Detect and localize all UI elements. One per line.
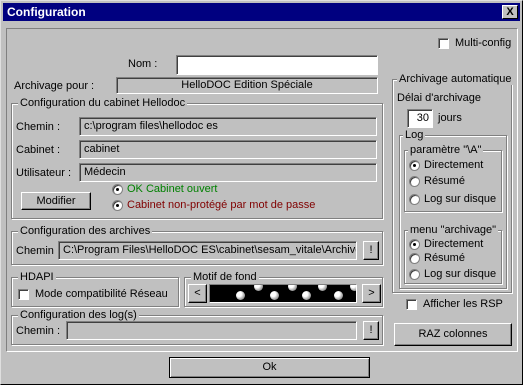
utilisateur-label: Utilisateur :: [16, 167, 72, 179]
mode-compat-label: Mode compatibilité Réseau: [35, 288, 168, 300]
auto-archive-title: Archivage automatique: [397, 73, 514, 85]
param-a-logdisque-label: Log sur disque: [424, 193, 497, 205]
close-button[interactable]: X: [502, 5, 518, 19]
motif-prev-button[interactable]: <: [188, 284, 207, 303]
delai-input[interactable]: 30: [407, 109, 433, 128]
close-icon: X: [506, 6, 514, 18]
configuration-window: Configuration X Multi-config Nom : Archi…: [0, 0, 523, 385]
cabinet-field: cabinet: [79, 140, 377, 159]
afficher-rsp-checkbox[interactable]: [406, 299, 417, 310]
modifier-button[interactable]: Modifier: [21, 192, 91, 210]
motif-next-button[interactable]: >: [362, 284, 381, 303]
status-open-text: OK Cabinet ouvert: [127, 183, 218, 195]
cabinet-chemin-label: Chemin :: [16, 121, 61, 133]
log-title: Log: [403, 129, 426, 141]
hdapi-title: HDAPI: [18, 271, 56, 283]
menu-directement-label: Directement: [424, 238, 484, 250]
archives-chemin-label: Chemin :: [16, 245, 61, 257]
menu-resume-label: Résumé: [424, 252, 465, 264]
param-a-directement-label: Directement: [424, 159, 484, 171]
utilisateur-field: Médecin: [79, 163, 377, 182]
afficher-rsp-label: Afficher les RSP: [423, 298, 503, 310]
window-title: Configuration: [7, 5, 86, 19]
menu-logdisque-radio[interactable]: [409, 269, 420, 280]
logs-browse-button[interactable]: !: [363, 321, 379, 340]
cabinet-label: Cabinet :: [16, 144, 61, 156]
motif-title: Motif de fond: [191, 271, 259, 283]
ok-button[interactable]: Ok: [169, 357, 370, 378]
motif-preview: [209, 284, 357, 303]
status-open-indicator: [112, 184, 123, 195]
archives-config-title: Configuration des archives: [18, 225, 153, 237]
menu-archivage-title: menu "archivage": [408, 224, 499, 236]
title-bar: Configuration X: [3, 3, 520, 21]
param-a-resume-label: Résumé: [424, 175, 465, 187]
status-unprotected-text: Cabinet non-protégé par mot de passe: [127, 199, 316, 211]
menu-logdisque-label: Log sur disque: [424, 268, 497, 280]
cabinet-config-title: Configuration du cabinet Hellodoc: [18, 97, 188, 109]
logs-config-title: Configuration des log(s): [18, 309, 139, 321]
archives-browse-button[interactable]: !: [363, 241, 379, 260]
menu-resume-radio[interactable]: [409, 253, 420, 264]
param-a-resume-radio[interactable]: [409, 176, 420, 187]
multi-config-checkbox[interactable]: [438, 38, 449, 49]
nom-input[interactable]: [176, 55, 378, 75]
archivage-pour-value: HelloDOC Edition Spéciale: [116, 77, 378, 94]
param-a-directement-radio[interactable]: [409, 160, 420, 171]
status-unprotected-indicator: [112, 200, 123, 211]
multi-config-label: Multi-config: [455, 37, 512, 49]
param-a-title: paramètre "\A": [408, 144, 484, 156]
menu-directement-radio[interactable]: [409, 239, 420, 250]
archivage-pour-label: Archivage pour :: [14, 80, 95, 92]
logs-chemin-field: [66, 321, 357, 340]
nom-label: Nom :: [128, 58, 158, 70]
mode-compat-checkbox[interactable]: [18, 289, 29, 300]
delai-unit: jours: [438, 112, 462, 124]
archives-chemin-field: C:\Program Files\HelloDOC ES\cabinet\ses…: [58, 241, 357, 260]
logs-chemin-label: Chemin :: [16, 325, 61, 337]
raz-colonnes-button[interactable]: RAZ colonnes: [394, 323, 512, 346]
delai-label: Délai d'archivage: [397, 92, 482, 104]
param-a-logdisque-radio[interactable]: [409, 194, 420, 205]
cabinet-chemin-field: c:\program files\hellodoc es: [79, 117, 377, 136]
